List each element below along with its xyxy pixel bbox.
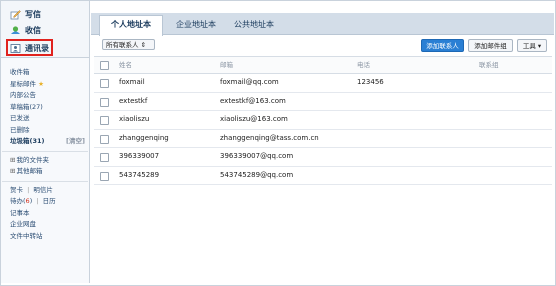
tools-button[interactable]: 工具 ▾ <box>517 39 547 52</box>
star-icon: ★ <box>38 79 44 88</box>
contact-name[interactable]: 396339007 <box>119 148 159 165</box>
tools-row-todo: 待办(6) | 日历 <box>10 196 88 208</box>
contact-name[interactable]: zhanggenqing <box>119 130 169 147</box>
nav-write[interactable]: 写信 <box>10 7 41 21</box>
header-name[interactable]: 姓名 <box>119 57 132 73</box>
link-postcard[interactable]: 明信片 <box>33 186 53 194</box>
contact-name[interactable]: xiaoliszu <box>119 111 149 128</box>
clear-spam-link[interactable]: [清空] <box>66 136 85 148</box>
toolbar: 所有联系人 ⇕ 添加联系人 添加邮件组 工具 ▾ <box>91 36 554 56</box>
contact-name[interactable]: 543745289 <box>119 167 159 184</box>
table-row[interactable]: 396339007 396339007@qq.com <box>94 148 552 167</box>
tool-separator: | <box>27 185 30 194</box>
group-other-mailboxes[interactable]: ⊞其他邮箱 <box>10 166 88 178</box>
pencil-icon <box>10 9 21 20</box>
add-contact-button[interactable]: 添加联系人 <box>421 39 464 52</box>
address-book-tabs: 个人地址本 企业地址本 公共地址本 <box>91 13 554 36</box>
divider <box>2 180 88 182</box>
link-calendar[interactable]: 日历 <box>43 197 56 205</box>
folder-list: 收件箱 星标邮件 ★ 内部公告 草稿箱(27) 已发送 已删除 垃圾箱(31) … <box>2 67 88 243</box>
row-checkbox[interactable] <box>100 79 109 88</box>
folder-deleted[interactable]: 已删除 <box>10 125 88 137</box>
contact-name[interactable]: extestkf <box>119 93 147 110</box>
link-notepad[interactable]: 记事本 <box>10 208 88 220</box>
main-nav: 写信 收信 通讯录 <box>1 1 89 58</box>
link-file-transfer[interactable]: 文件中转站 <box>10 231 88 243</box>
nav-receive[interactable]: 收信 <box>10 23 41 37</box>
row-checkbox[interactable] <box>100 134 109 144</box>
table-row[interactable]: extestkf extestkf@163.com <box>94 93 552 111</box>
tools-row-cards: 贺卡 | 明信片 <box>10 185 88 197</box>
contact-phone: 123456 <box>357 78 384 86</box>
link-cards[interactable]: 贺卡 <box>10 186 23 194</box>
receive-icon <box>10 25 21 36</box>
header-group[interactable]: 联系组 <box>479 57 499 73</box>
contact-email[interactable]: zhanggenqing@tass.com.cn <box>220 130 319 147</box>
tool-separator: | <box>36 197 39 205</box>
divider <box>2 150 88 152</box>
folder-spam[interactable]: 垃圾箱(31) [清空] <box>10 136 88 148</box>
folder-drafts[interactable]: 草稿箱(27) <box>10 102 88 114</box>
folder-announcements[interactable]: 内部公告 <box>10 90 88 102</box>
folder-inbox[interactable]: 收件箱 <box>10 67 88 79</box>
link-todo[interactable]: 待办(6) <box>10 197 32 205</box>
contacts-table: 姓名 邮箱 电话 联系组 foxmail foxmail@qq.com 123456… <box>94 56 552 185</box>
expand-icon: ⊞ <box>10 167 16 175</box>
chevron-down-icon: ▾ <box>537 42 542 50</box>
add-group-button[interactable]: 添加邮件组 <box>468 39 513 52</box>
contact-email[interactable]: 396339007@qq.com <box>220 148 293 165</box>
table-row[interactable]: 543745289 543745289@qq.com <box>94 167 552 185</box>
contact-name[interactable]: foxmail <box>119 74 145 91</box>
contact-email[interactable]: xiaoliszu@163.com <box>220 111 288 128</box>
row-checkbox[interactable] <box>100 97 109 107</box>
tab-public[interactable]: 公共地址本 <box>223 16 285 34</box>
table-row[interactable]: zhanggenqing zhanggenqing@tass.com.cn <box>94 130 552 148</box>
contact-filter-select[interactable]: 所有联系人 ⇕ <box>102 39 155 50</box>
folder-sent[interactable]: 已发送 <box>10 113 88 125</box>
select-caret-icon: ⇕ <box>140 41 147 49</box>
group-my-folders[interactable]: ⊞我的文件夹 <box>10 155 88 167</box>
expand-icon: ⊞ <box>10 155 16 164</box>
tab-enterprise[interactable]: 企业地址本 <box>165 16 227 34</box>
contact-email[interactable]: 543745289@qq.com <box>220 167 293 184</box>
header-email[interactable]: 邮箱 <box>220 57 233 73</box>
nav-receive-label: 收信 <box>25 25 41 35</box>
nav-write-label: 写信 <box>25 9 41 19</box>
row-checkbox[interactable] <box>100 171 109 181</box>
table-row[interactable]: xiaoliszu xiaoliszu@163.com <box>94 111 552 130</box>
row-checkbox[interactable] <box>100 153 109 162</box>
contacts-highlight-box <box>6 39 53 56</box>
sidebar: 写信 收信 通讯录 收件箱 星标邮件 ★ 内部公告 草稿箱(27) 已发送 已删… <box>1 1 90 283</box>
contact-email[interactable]: foxmail@qq.com <box>220 74 279 91</box>
header-phone[interactable]: 电话 <box>357 57 370 73</box>
folder-starred[interactable]: 星标邮件 ★ <box>10 79 88 91</box>
table-header: 姓名 邮箱 电话 联系组 <box>94 56 552 74</box>
row-checkbox[interactable] <box>100 116 109 125</box>
table-row[interactable]: foxmail foxmail@qq.com 123456 <box>94 74 552 93</box>
link-netdisk[interactable]: 企业网盘 <box>10 219 88 231</box>
tab-personal[interactable]: 个人地址本 <box>99 15 163 36</box>
select-all-checkbox[interactable] <box>100 61 109 70</box>
contact-email[interactable]: extestkf@163.com <box>220 93 286 110</box>
